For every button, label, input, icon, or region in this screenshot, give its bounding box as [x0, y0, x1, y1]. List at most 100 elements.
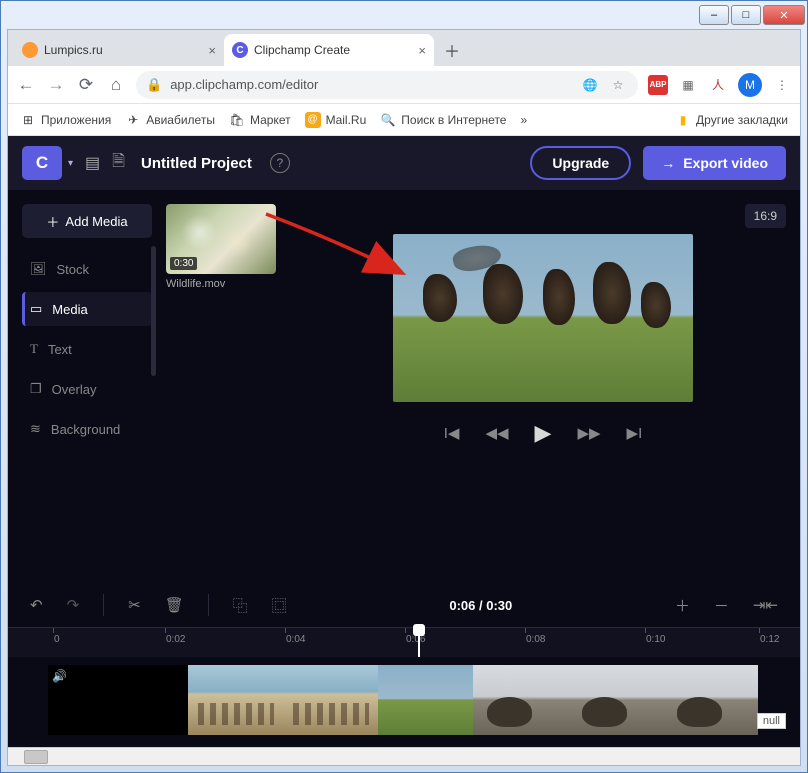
- omnibar: ← → ⟳ ⌂ 🔒 app.clipchamp.com/editor 🌐 ☆ A…: [8, 66, 800, 104]
- sidebar-item-text[interactable]: TText: [22, 332, 152, 366]
- media-duration: 0:30: [170, 257, 197, 270]
- ruler-tick: 0:04: [286, 634, 305, 645]
- help-icon[interactable]: ?: [270, 153, 290, 173]
- zoom-in-button[interactable]: ＋: [675, 595, 690, 616]
- mail-icon: @: [305, 112, 321, 128]
- timeline-ruler[interactable]: 0 0:02 0:04 0:06 0:08 0:10 0:12: [8, 627, 800, 657]
- menu-icon[interactable]: ⋮: [772, 75, 792, 95]
- plus-icon: ＋: [46, 212, 59, 231]
- fit-button[interactable]: ⇥⇤: [753, 596, 778, 614]
- horizontal-scrollbar[interactable]: [8, 747, 800, 765]
- sidebar-item-background[interactable]: ≋Background: [22, 412, 152, 446]
- extension-icon[interactable]: ▦: [678, 75, 698, 95]
- preview-area: 16:9 I◀ ◀◀ ▶ ▶▶ ▶I: [300, 204, 786, 569]
- reload-button[interactable]: ⟳: [76, 75, 96, 95]
- paste-button[interactable]: ⿴: [272, 595, 287, 616]
- playback-controls: I◀ ◀◀ ▶ ▶▶ ▶I: [444, 420, 642, 446]
- rewind-icon[interactable]: ◀◀: [485, 424, 508, 442]
- window-minimize-button[interactable]: –: [699, 5, 729, 25]
- new-tab-button[interactable]: ＋: [438, 36, 466, 64]
- sidebar: ＋ Add Media 🖼Stock ▭Media TText ❐Overlay…: [22, 204, 152, 569]
- bag-icon: 🛍: [229, 112, 245, 128]
- overlay-icon: ❐: [30, 381, 42, 397]
- bookmark-overflow[interactable]: »: [520, 113, 527, 127]
- media-library: 0:30 Wildlife.mov: [166, 204, 286, 569]
- cut-button[interactable]: ✂: [128, 596, 141, 614]
- bookmark-apps[interactable]: ⊞Приложения: [20, 112, 111, 128]
- media-filename: Wildlife.mov: [166, 278, 286, 290]
- home-button[interactable]: ⌂: [106, 75, 126, 95]
- sidebar-item-stock[interactable]: 🖼Stock: [22, 252, 152, 286]
- bookmark-flights[interactable]: ✈Авиабилеты: [125, 112, 215, 128]
- project-title[interactable]: Untitled Project: [141, 155, 252, 172]
- window-titlebar: – □ ✕: [1, 1, 807, 29]
- tab-title: Lumpics.ru: [44, 43, 202, 57]
- redo-button[interactable]: ↷: [67, 596, 80, 614]
- timeline-toolbar: ↶ ↷ ✂ 🗑 ⿻ ⿴ 0:06 / 0:30 ＋ － ⇥⇤: [8, 583, 800, 627]
- pdf-extension-icon[interactable]: 人: [708, 75, 728, 95]
- layers-icon: ≋: [30, 421, 41, 437]
- arrow-right-icon: →: [661, 155, 675, 171]
- clip-audio-placeholder[interactable]: 🔊: [48, 665, 188, 735]
- app-logo[interactable]: C: [22, 146, 62, 180]
- play-button[interactable]: ▶: [535, 420, 552, 446]
- upgrade-button[interactable]: Upgrade: [530, 146, 631, 180]
- bookmark-mailru[interactable]: @Mail.Ru: [305, 112, 367, 128]
- abp-extension-icon[interactable]: ABP: [648, 75, 668, 95]
- delete-button[interactable]: 🗑: [165, 596, 184, 614]
- ruler-tick: 0:12: [760, 634, 779, 645]
- timeline-clip[interactable]: [188, 665, 758, 735]
- bookmarks-bar: ⊞Приложения ✈Авиабилеты 🛍Маркет @Mail.Ru…: [8, 104, 800, 136]
- profile-avatar[interactable]: M: [738, 73, 762, 97]
- skip-end-icon[interactable]: ▶I: [627, 424, 643, 442]
- copy-button[interactable]: ⿻: [233, 595, 248, 616]
- add-media-button[interactable]: ＋ Add Media: [22, 204, 152, 238]
- aspect-ratio-badge[interactable]: 16:9: [745, 204, 786, 228]
- chevron-down-icon[interactable]: ▾: [68, 158, 73, 169]
- bookmark-market[interactable]: 🛍Маркет: [229, 112, 291, 128]
- volume-icon[interactable]: 🔊: [52, 669, 67, 683]
- text-icon: T: [30, 341, 38, 357]
- ruler-tick: 0:08: [526, 634, 545, 645]
- sidebar-scrollbar[interactable]: [151, 246, 156, 376]
- preview-video[interactable]: [393, 234, 693, 402]
- tab-strip: Lumpics.ru × C Clipchamp Create × ＋: [8, 30, 800, 66]
- tab-lumpics[interactable]: Lumpics.ru ×: [14, 34, 224, 66]
- zoom-out-button[interactable]: －: [714, 595, 729, 616]
- translate-icon[interactable]: 🌐: [580, 75, 600, 95]
- tab-clipchamp[interactable]: C Clipchamp Create ×: [224, 34, 434, 66]
- star-icon[interactable]: ☆: [608, 75, 628, 95]
- bookmark-search[interactable]: 🔍Поиск в Интернете: [380, 112, 506, 128]
- ruler-tick: 0:02: [166, 634, 185, 645]
- tab-title: Clipchamp Create: [254, 43, 412, 57]
- media-thumbnail[interactable]: 0:30: [166, 204, 276, 274]
- ruler-tick: 0:10: [646, 634, 665, 645]
- address-bar[interactable]: 🔒 app.clipchamp.com/editor 🌐 ☆: [136, 71, 638, 99]
- url-text: app.clipchamp.com/editor: [170, 77, 318, 92]
- tab-close-icon[interactable]: ×: [418, 43, 426, 58]
- favicon-icon: [22, 42, 38, 58]
- sidebar-item-media[interactable]: ▭Media: [22, 292, 152, 326]
- lock-icon: 🔒: [146, 77, 162, 93]
- tab-close-icon[interactable]: ×: [208, 43, 216, 58]
- undo-button[interactable]: ↶: [30, 596, 43, 614]
- window-close-button[interactable]: ✕: [763, 5, 805, 25]
- film-icon[interactable]: ▤: [85, 153, 100, 173]
- media-icon: ▭: [30, 301, 42, 317]
- window-maximize-button[interactable]: □: [731, 5, 761, 25]
- export-button[interactable]: → Export video: [643, 146, 786, 180]
- forward-button[interactable]: →: [46, 75, 66, 95]
- sidebar-item-overlay[interactable]: ❐Overlay: [22, 372, 152, 406]
- skip-start-icon[interactable]: I◀: [444, 424, 460, 442]
- app-header: C ▾ ▤ 🗎 Untitled Project ? Upgrade → Exp…: [8, 136, 800, 190]
- timeline-tracks[interactable]: 🔊: [8, 657, 800, 747]
- bookmark-other[interactable]: ▮Другие закладки: [675, 112, 788, 128]
- null-tooltip: null: [757, 713, 786, 729]
- stock-icon: 🖼: [30, 261, 47, 277]
- scrollbar-thumb[interactable]: [24, 750, 48, 764]
- fast-forward-icon[interactable]: ▶▶: [577, 424, 600, 442]
- time-display: 0:06 / 0:30: [449, 598, 512, 613]
- apps-icon: ⊞: [20, 112, 36, 128]
- back-button[interactable]: ←: [16, 75, 36, 95]
- document-icon[interactable]: 🗎: [112, 150, 125, 177]
